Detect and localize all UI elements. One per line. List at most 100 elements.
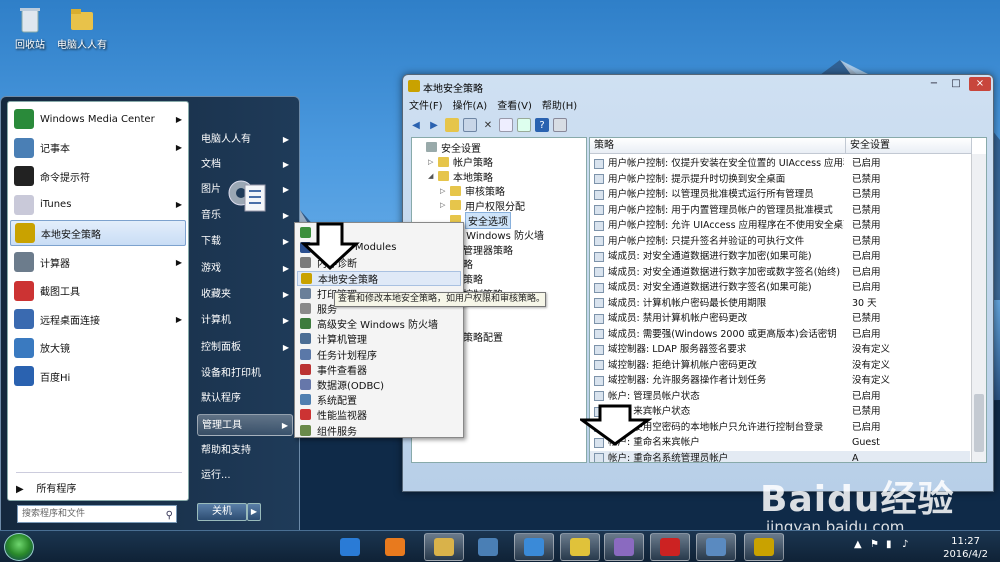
help-icon[interactable]: ? bbox=[535, 118, 549, 132]
tree-node[interactable]: ▷ 审核策略 bbox=[440, 184, 505, 198]
start-menu-right-item[interactable]: 收藏夹 ▶ bbox=[197, 284, 293, 306]
taskbar-button[interactable] bbox=[604, 533, 644, 561]
taskbar-button[interactable] bbox=[424, 533, 464, 561]
start-menu-right-item[interactable]: 设备和打印机 bbox=[197, 363, 293, 385]
expand-toggle-icon[interactable]: ▷ bbox=[440, 201, 448, 209]
start-button[interactable] bbox=[4, 533, 34, 561]
close-button[interactable]: × bbox=[969, 77, 991, 91]
start-menu-right-item[interactable]: 帮助和支持 bbox=[197, 440, 293, 462]
start-menu-item[interactable]: 本地安全策略 bbox=[10, 220, 186, 247]
table-row[interactable]: 用户帐户控制: 只提升签名并验证的可执行文件 已禁用 bbox=[590, 234, 970, 250]
start-menu-right-item[interactable]: 默认程序 bbox=[197, 388, 293, 410]
expand-toggle-icon[interactable]: ▷ bbox=[428, 158, 436, 166]
taskbar-button[interactable] bbox=[650, 533, 690, 561]
start-menu-right-item[interactable]: 电脑人人有 ▶ bbox=[197, 129, 293, 151]
table-row[interactable]: 域成员: 对安全通道数据进行数字加密(如果可能) 已启用 bbox=[590, 249, 970, 265]
start-menu-right-item[interactable]: 音乐 ▶ bbox=[197, 205, 293, 227]
start-menu-item[interactable]: 百度Hi bbox=[10, 363, 186, 389]
taskbar-button[interactable] bbox=[375, 533, 415, 561]
volume-icon[interactable]: ♪ bbox=[902, 539, 908, 550]
start-menu-right-item[interactable]: 控制面板 ▶ bbox=[197, 337, 293, 359]
table-row[interactable]: 用户帐户控制: 提示提升时切换到安全桌面 已禁用 bbox=[590, 172, 970, 188]
export-icon[interactable] bbox=[517, 118, 531, 132]
flag-icon[interactable]: ⚑ bbox=[870, 539, 879, 550]
admin-tools-item[interactable]: 数据源(ODBC) bbox=[297, 377, 461, 392]
admin-tools-item[interactable]: 组件服务 bbox=[297, 423, 461, 438]
forward-icon[interactable]: ▶ bbox=[427, 118, 441, 132]
up-folder-icon[interactable] bbox=[445, 118, 459, 132]
table-row[interactable]: 用户帐户控制: 以管理员批准模式运行所有管理员 已禁用 bbox=[590, 187, 970, 203]
start-menu-item[interactable]: 命令提示符 bbox=[10, 163, 186, 189]
delete-icon[interactable]: ✕ bbox=[481, 118, 495, 132]
minimize-button[interactable]: − bbox=[923, 77, 945, 91]
taskbar-button[interactable] bbox=[468, 533, 508, 561]
tree-node[interactable]: ▷ 用户权限分配 bbox=[440, 198, 525, 213]
vertical-scrollbar[interactable] bbox=[971, 154, 986, 462]
table-row[interactable]: 域控制器: 允许服务器操作者计划任务 没有定义 bbox=[590, 373, 970, 389]
properties-icon[interactable] bbox=[499, 118, 513, 132]
table-row[interactable]: 用户帐户控制: 用于内置管理员帐户的管理员批准模式 已禁用 bbox=[590, 203, 970, 219]
start-menu-right-item[interactable]: 图片 ▶ bbox=[197, 179, 293, 201]
admin-tools-item[interactable]: 系统配置 bbox=[297, 392, 461, 407]
desktop-icon-folder[interactable]: 电脑人人有 bbox=[52, 4, 112, 51]
back-icon[interactable]: ◀ bbox=[409, 118, 423, 132]
expand-toggle-icon[interactable]: ◢ bbox=[428, 172, 436, 180]
table-row[interactable]: 域成员: 需要强(Windows 2000 或更高版本)会话密钥 已启用 bbox=[590, 327, 970, 343]
start-menu-item[interactable]: Windows Media Center ▶ bbox=[10, 106, 186, 132]
maximize-button[interactable]: □ bbox=[945, 77, 967, 91]
taskbar-button[interactable] bbox=[744, 533, 784, 561]
start-menu-right-item[interactable]: 游戏 ▶ bbox=[197, 258, 293, 280]
table-row[interactable]: 域控制器: 拒绝计算机帐户密码更改 没有定义 bbox=[590, 358, 970, 374]
menu-file[interactable]: 文件(F) bbox=[409, 97, 443, 113]
start-menu-right-item[interactable]: 运行... bbox=[197, 465, 293, 487]
admin-tools-item[interactable]: 计算机管理 bbox=[297, 331, 461, 346]
start-menu-item[interactable]: 记事本 ▶ bbox=[10, 135, 186, 161]
admin-tools-item[interactable]: 事件查看器 bbox=[297, 362, 461, 377]
menu-help[interactable]: 帮助(H) bbox=[542, 97, 577, 113]
start-menu-item[interactable]: 截图工具 bbox=[10, 278, 186, 304]
tree-node[interactable]: 安全设置 bbox=[416, 140, 481, 155]
table-row[interactable]: 域成员: 对安全通道数据进行数字加密或数字签名(始终) 已启用 bbox=[590, 265, 970, 281]
taskbar-button[interactable] bbox=[514, 533, 554, 561]
desktop-icon-recycle-bin[interactable]: 回收站 bbox=[0, 4, 60, 51]
table-row[interactable]: 帐户: 管理员帐户状态 已启用 bbox=[590, 389, 970, 405]
table-row[interactable]: 域控制器: LDAP 服务器签名要求 没有定义 bbox=[590, 342, 970, 358]
expand-toggle-icon[interactable]: ▷ bbox=[440, 187, 448, 195]
table-row[interactable]: 域成员: 计算机帐户密码最长使用期限 30 天 bbox=[590, 296, 970, 312]
network-icon[interactable]: ▮ bbox=[886, 539, 892, 550]
tree-node[interactable]: ◢ 本地策略 bbox=[428, 169, 493, 184]
show-tree-icon[interactable] bbox=[463, 118, 477, 132]
scrollbar-thumb[interactable] bbox=[974, 394, 984, 452]
start-menu-item[interactable]: 放大镜 bbox=[10, 335, 186, 361]
table-row[interactable]: 帐户: 重命名系统管理员帐户 A bbox=[590, 450, 970, 462]
tree-node[interactable]: ▷ 帐户策略 bbox=[428, 155, 493, 169]
shutdown-button[interactable]: 关机 bbox=[197, 503, 247, 521]
table-row[interactable]: 域成员: 禁用计算机帐户密码更改 已禁用 bbox=[590, 311, 970, 327]
search-input[interactable]: 搜索程序和文件 ⚲ bbox=[17, 505, 177, 523]
start-menu-item[interactable]: iTunes ▶ bbox=[10, 192, 186, 218]
table-row[interactable]: 域成员: 对安全通道数据进行数字签名(如果可能) 已启用 bbox=[590, 280, 970, 296]
start-menu-right-item[interactable]: 管理工具 ▶ bbox=[197, 414, 293, 436]
shutdown-options-icon[interactable]: ▶ bbox=[247, 503, 261, 521]
all-programs-button[interactable]: ▶ 所有程序 bbox=[16, 480, 76, 495]
admin-tools-item[interactable]: 性能监视器 bbox=[297, 407, 461, 422]
start-menu-item[interactable]: 计算器 ▶ bbox=[10, 249, 186, 275]
table-row[interactable]: 用户帐户控制: 允许 UIAccess 应用程序在不使用安全桌面... 已禁用 bbox=[590, 218, 970, 234]
start-menu-right-item[interactable]: 计算机 ▶ bbox=[197, 310, 293, 332]
column-header-policy[interactable]: 策略 bbox=[590, 138, 846, 154]
taskbar-button[interactable] bbox=[696, 533, 736, 561]
start-menu-right-item[interactable]: 下载 ▶ bbox=[197, 231, 293, 253]
start-menu-right-item[interactable]: 文档 ▶ bbox=[197, 154, 293, 176]
show-hidden-icons-icon[interactable]: ▲ bbox=[854, 539, 862, 550]
taskbar-button[interactable] bbox=[330, 533, 370, 561]
table-row[interactable]: 用户帐户控制: 仅提升安装在安全位置的 UIAccess 应用程序 已启用 bbox=[590, 156, 970, 172]
admin-tools-item[interactable]: 任务计划程序 bbox=[297, 347, 461, 362]
start-menu-item[interactable]: 远程桌面连接 ▶ bbox=[10, 306, 186, 332]
admin-tools-item[interactable]: 高级安全 Windows 防火墙 bbox=[297, 316, 461, 331]
clock[interactable]: 11:27 2016/4/2 bbox=[943, 535, 988, 561]
admin-tools-item[interactable]: 本地安全策略 bbox=[297, 270, 461, 286]
console-icon[interactable] bbox=[553, 118, 567, 132]
menu-action[interactable]: 操作(A) bbox=[453, 97, 488, 113]
menu-view[interactable]: 查看(V) bbox=[497, 97, 532, 113]
column-header-setting[interactable]: 安全设置 bbox=[846, 138, 972, 154]
